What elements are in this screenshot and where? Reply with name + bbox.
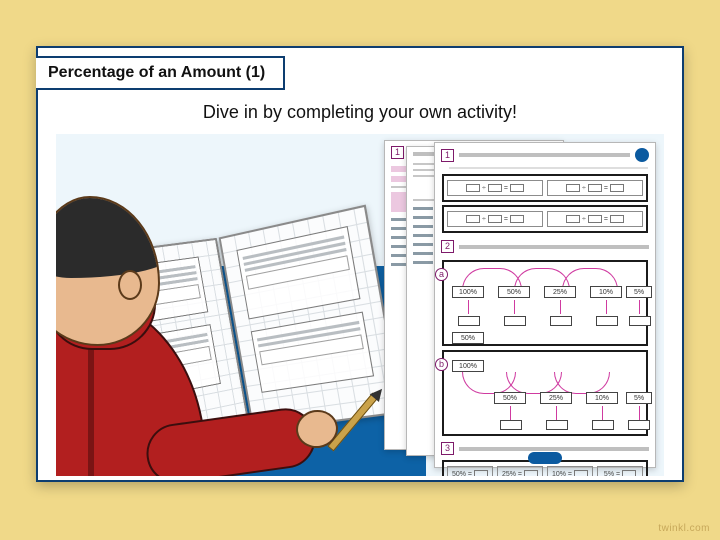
question-number: 1 — [441, 149, 454, 162]
diagram-answer-box — [596, 316, 618, 326]
brand-dot-icon — [635, 148, 649, 162]
panel-badge: a — [435, 268, 448, 281]
diagram-answer-box — [550, 316, 572, 326]
workbook-panel — [251, 312, 374, 393]
student-hair — [56, 196, 160, 278]
percentage-diagram-panel: a 100% 50% 25% 10% 5% — [442, 260, 648, 346]
diagram-stem — [556, 406, 557, 420]
side-line — [413, 216, 433, 219]
side-line — [413, 234, 433, 237]
worksheet-heading-line — [459, 153, 630, 157]
question-number: 1 — [391, 146, 404, 159]
diagram-stem — [514, 300, 515, 314]
diagram-node: 25% — [544, 286, 576, 298]
student-ear — [118, 270, 142, 300]
workbook-panel — [236, 226, 360, 319]
diagram-answer-box — [546, 420, 568, 430]
slide-content-area: 1 — [56, 134, 664, 476]
side-line — [413, 243, 433, 246]
percentage-diagram-panel: b 100% 50% 25% 10% 5% — [442, 350, 648, 436]
diagram-stem — [602, 406, 603, 420]
expression-strip: ÷= ÷= — [442, 205, 648, 233]
diagram-node: 10% — [586, 392, 618, 404]
diagram-answer-box — [500, 420, 522, 430]
diagram-answer-box — [458, 316, 480, 326]
worksheet-subheader: 2 — [435, 236, 655, 256]
diagram-node: 25% — [540, 392, 572, 404]
student-illustration — [56, 146, 426, 476]
twinkl-logo — [528, 452, 562, 464]
diagram-stem — [639, 406, 640, 420]
expression-cell: 50% = — [447, 466, 493, 476]
diagram-answer-box — [504, 316, 526, 326]
diagram-answer-box — [628, 420, 650, 430]
diagram-node: 10% — [590, 286, 622, 298]
side-line — [413, 225, 433, 228]
side-line — [413, 261, 433, 264]
diagram-node: 100% — [452, 286, 484, 298]
expression-cell: ÷= — [547, 180, 643, 196]
side-line — [413, 252, 433, 255]
expression-strip: ÷= ÷= — [442, 174, 648, 202]
expression-cell: ÷= — [547, 211, 643, 227]
expression-cell: 5% = — [597, 466, 643, 476]
expression-cell: ÷= — [447, 180, 543, 196]
worksheet-stack: 1 — [384, 140, 656, 468]
slide-title: Percentage of an Amount (1) — [48, 64, 265, 81]
expression-cell: 10% = — [547, 466, 593, 476]
diagram-stem — [560, 300, 561, 314]
diagram-node: 100% — [452, 360, 484, 372]
diagram-node: 50% — [452, 332, 484, 344]
diagram-answer-box — [592, 420, 614, 430]
expression-cell: ÷= — [447, 211, 543, 227]
expression-cell: 25% = — [497, 466, 543, 476]
diagram-stem — [510, 406, 511, 420]
diagram-stem — [468, 300, 469, 314]
diagram-node: 5% — [626, 286, 652, 298]
text-line — [449, 167, 648, 169]
diagram-answer-box — [629, 316, 651, 326]
worksheet-header: 1 — [435, 143, 655, 165]
footer-brand: twinkl.com — [658, 523, 710, 534]
slide-subtitle: Dive in by completing your own activity! — [38, 102, 682, 123]
slide-card: Percentage of an Amount (1) Dive in by c… — [36, 46, 684, 482]
worksheet-heading-line — [459, 245, 649, 249]
diagram-node: 5% — [626, 392, 652, 404]
slide-title-ribbon: Percentage of an Amount (1) — [36, 56, 285, 90]
panel-badge: b — [435, 358, 448, 371]
side-line — [413, 207, 433, 210]
diagram-node: 50% — [498, 286, 530, 298]
worksheet-front: 1 ÷= ÷= ÷= ÷= 2 — [434, 142, 656, 468]
worksheet-heading-line — [459, 447, 649, 451]
diagram-stem — [639, 300, 640, 314]
diagram-stem — [606, 300, 607, 314]
question-number: 3 — [441, 442, 454, 455]
diagram-arc — [554, 372, 610, 394]
student-head — [56, 196, 160, 346]
jacket-zip — [88, 338, 94, 476]
diagram-node: 50% — [494, 392, 526, 404]
question-number: 2 — [441, 240, 454, 253]
